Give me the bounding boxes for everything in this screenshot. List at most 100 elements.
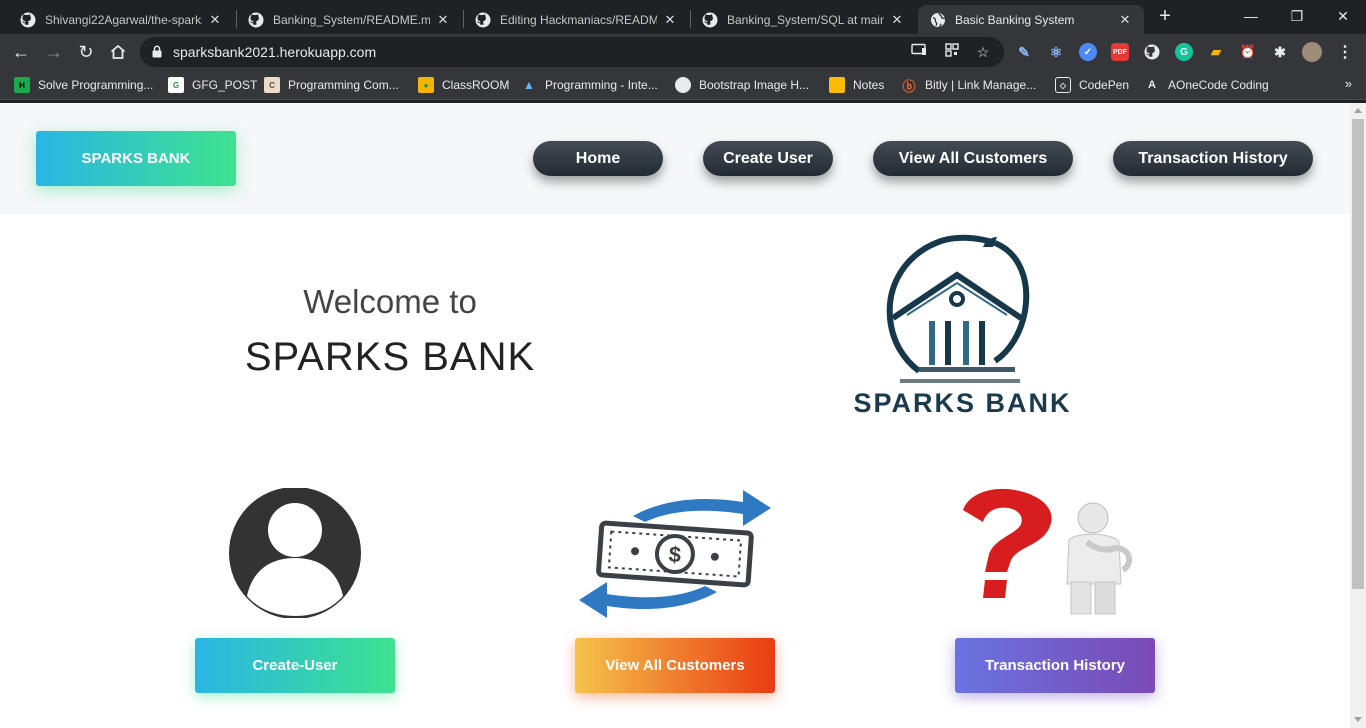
scroll-down-arrow[interactable] <box>1354 717 1362 722</box>
bookmark-item[interactable]: G GFG_POST <box>168 76 257 94</box>
minimize-window-button[interactable]: — <box>1228 0 1274 32</box>
tab-title: Banking_System/SQL at main · <box>727 12 884 27</box>
tab-title: Shivangi22Agarwal/the-sparks <box>45 12 202 27</box>
bookmark-label: Bootstrap Image H... <box>699 78 810 92</box>
bookmark-item[interactable]: A AOneCode Coding <box>1144 76 1269 94</box>
cast-icon[interactable] <box>910 43 928 61</box>
browser-tab-active[interactable]: Basic Banking System ✕ <box>918 5 1144 34</box>
bookmark-label: Bitly | Link Manage... <box>925 78 1037 92</box>
bookmark-label: Notes <box>853 78 885 92</box>
bookmark-label: Solve Programming... <box>38 78 154 92</box>
money-transfer-icon: $ <box>579 490 771 618</box>
nav-view-all-customers[interactable]: View All Customers <box>873 141 1073 176</box>
github-icon[interactable] <box>1143 43 1161 61</box>
site-navbar: SPARKS BANK Home Create User View All Cu… <box>0 103 1350 214</box>
bookmark-item[interactable]: H Solve Programming... <box>14 76 153 94</box>
bookmark-label: AOneCode Coding <box>1168 78 1269 92</box>
bookmark-label: GFG_POST <box>192 78 258 92</box>
question-mark-person-icon <box>963 488 1133 615</box>
interviewbit-icon: ▲ <box>523 78 535 92</box>
codepen-icon: ◇ <box>1055 77 1071 93</box>
codechef-icon: C <box>264 77 280 93</box>
nav-create-user[interactable]: Create User <box>703 141 833 176</box>
page-scrollbar[interactable] <box>1350 103 1366 728</box>
browser-menu-icon[interactable]: ⋮ <box>1336 43 1354 61</box>
bookmark-label: Programming Com... <box>288 78 399 92</box>
reload-button[interactable]: ↻ <box>74 40 98 64</box>
bookmark-label: CodePen <box>1079 78 1130 92</box>
user-avatar-icon <box>229 488 361 618</box>
create-user-button[interactable]: Create-User <box>195 638 395 693</box>
react-devtools-icon[interactable]: ⚛ <box>1047 43 1065 61</box>
bitly-icon: ⓑ <box>902 78 916 94</box>
aonecode-icon: A <box>1148 79 1156 91</box>
view-all-customers-button[interactable]: View All Customers <box>575 638 775 693</box>
restore-window-button[interactable]: ❐ <box>1274 0 1320 32</box>
github-icon <box>702 12 718 28</box>
github-icon <box>248 12 264 28</box>
github-icon <box>475 12 491 28</box>
nav-transaction-history[interactable]: Transaction History <box>1113 141 1313 176</box>
browser-tab-1[interactable]: Shivangi22Agarwal/the-sparks ✕ <box>8 5 234 34</box>
scroll-up-arrow[interactable] <box>1354 108 1362 113</box>
bookmarks-bar: H Solve Programming... G GFG_POST C Prog… <box>0 70 1366 100</box>
back-button[interactable]: ← <box>9 40 33 64</box>
tab-title: Editing Hackmaniacs/README <box>500 12 657 27</box>
browser-toolbar: ← → ↻ sparksbank2021.herokuapp.com ☆ ✎ ⚛… <box>0 34 1366 70</box>
grammarly-icon[interactable]: G <box>1175 43 1193 61</box>
profile-avatar[interactable] <box>1302 42 1322 62</box>
hackerrank-icon: H <box>14 77 30 93</box>
new-tab-button[interactable]: + <box>1154 6 1176 28</box>
bookmark-item[interactable]: ◇ CodePen <box>1055 76 1129 94</box>
home-icon[interactable] <box>106 40 130 64</box>
close-tab-icon[interactable]: ✕ <box>436 12 450 28</box>
bookmark-item[interactable]: ● ClassROOM <box>418 76 509 94</box>
close-tab-icon[interactable]: ✕ <box>208 12 222 28</box>
classroom-icon: ● <box>418 77 434 93</box>
globe-icon <box>675 77 691 93</box>
browser-tab-4[interactable]: Banking_System/SQL at main · ✕ <box>690 5 916 34</box>
more-bookmarks-icon[interactable]: » <box>1345 76 1352 91</box>
address-bar[interactable]: sparksbank2021.herokuapp.com ☆ <box>140 37 1004 67</box>
lock-icon[interactable] <box>152 45 162 58</box>
bookmark-item[interactable]: Bootstrap Image H... <box>675 76 809 94</box>
close-tab-icon[interactable]: ✕ <box>663 12 677 28</box>
alarm-clock-icon[interactable]: ⏰ <box>1239 43 1257 61</box>
pdf-extension-icon[interactable]: PDF <box>1111 43 1129 61</box>
bookmark-item[interactable]: Notes <box>829 76 884 94</box>
bookmark-item[interactable]: C Programming Com... <box>264 76 399 94</box>
puzzle-extensions-icon[interactable]: ✱ <box>1271 43 1289 61</box>
forward-button[interactable]: → <box>42 40 66 64</box>
browser-tab-strip: Shivangi22Agarwal/the-sparks ✕ Banking_S… <box>0 0 1366 34</box>
qr-code-icon[interactable] <box>943 43 961 61</box>
globe-icon <box>930 12 946 28</box>
bookmark-item[interactable]: ▲ Programming - Inte... <box>521 76 658 94</box>
url-text: sparksbank2021.herokuapp.com <box>173 44 377 60</box>
web-page: SPARKS BANK Home Create User View All Cu… <box>0 103 1350 728</box>
pen-extension-icon[interactable]: ✎ <box>1015 43 1033 61</box>
bookmark-label: ClassROOM <box>442 78 510 92</box>
extension-blue-icon[interactable]: ✓ <box>1079 43 1097 61</box>
browser-tab-3[interactable]: Editing Hackmaniacs/README ✕ <box>463 5 689 34</box>
logo-text: SPARKS BANK <box>853 388 1072 418</box>
gfg-icon: G <box>168 77 184 93</box>
extension-dark-icon[interactable]: ▰ <box>1207 43 1225 61</box>
tab-title: Banking_System/README.md a <box>273 12 430 27</box>
notes-icon <box>829 77 845 93</box>
tab-title: Basic Banking System <box>955 12 1075 27</box>
close-tab-icon[interactable]: ✕ <box>890 12 904 28</box>
bookmark-label: Programming - Inte... <box>545 78 658 92</box>
brand-button[interactable]: SPARKS BANK <box>36 131 236 186</box>
transaction-history-button[interactable]: Transaction History <box>955 638 1155 693</box>
browser-tab-2[interactable]: Banking_System/README.md a ✕ <box>236 5 462 34</box>
bookmark-star-icon[interactable]: ☆ <box>974 43 992 61</box>
scrollbar-thumb[interactable] <box>1352 119 1364 589</box>
bookmark-item[interactable]: ⓑ Bitly | Link Manage... <box>901 76 1036 94</box>
svg-text:$: $ <box>668 542 682 568</box>
github-icon <box>20 12 36 28</box>
close-tab-icon[interactable]: ✕ <box>1118 12 1132 28</box>
hero-bank-name: SPARKS BANK <box>244 335 536 379</box>
close-window-button[interactable]: ✕ <box>1320 0 1366 32</box>
welcome-text: Welcome to <box>303 283 477 320</box>
nav-home[interactable]: Home <box>533 141 663 176</box>
